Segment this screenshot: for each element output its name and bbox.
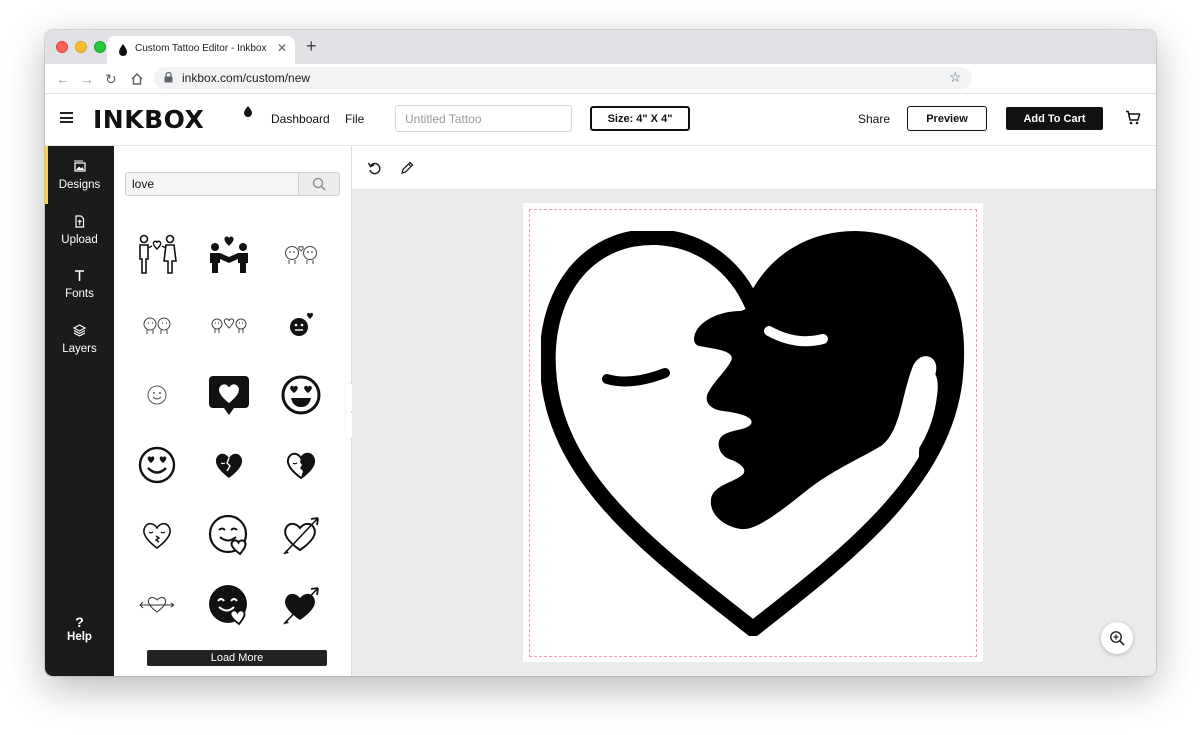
help-icon: ?	[75, 614, 84, 630]
search-input[interactable]	[126, 173, 298, 195]
heart-eyes-smiley-icon[interactable]	[121, 434, 193, 496]
three-faces-icon[interactable]	[193, 294, 265, 356]
zoom-in-button[interactable]	[1101, 622, 1133, 654]
browser-tab[interactable]: Custom Tattoo Editor - Inkbox ✕	[107, 36, 295, 64]
sidebar-item-designs[interactable]: Designs	[45, 150, 114, 204]
smiley-holding-heart-icon[interactable]	[193, 504, 265, 566]
image-icon	[74, 160, 86, 172]
sidebar-item-label: Layers	[62, 343, 97, 355]
browser-window: Custom Tattoo Editor - Inkbox ✕ + ← → ↻ …	[45, 30, 1156, 676]
close-window-button[interactable]	[56, 41, 68, 53]
minimize-window-button[interactable]	[75, 41, 87, 53]
artboard[interactable]	[523, 203, 983, 662]
two-faces-icon[interactable]	[265, 224, 337, 286]
search-button[interactable]	[298, 173, 339, 195]
upload-file-icon	[75, 215, 85, 228]
broken-heart-face-icon[interactable]	[193, 434, 265, 496]
logo-drop-icon	[244, 106, 252, 117]
couple-heart-icon[interactable]	[121, 224, 193, 286]
design-canvas	[352, 190, 1156, 676]
app-header: INKBOX Dashboard File Size: 4" X 4" Shar…	[45, 94, 1156, 146]
two-faces-small-icon[interactable]	[121, 294, 193, 356]
designs-panel: Load More	[114, 146, 352, 676]
filled-heart-arrow-icon[interactable]	[265, 574, 337, 636]
back-icon[interactable]: ←	[56, 70, 70, 88]
add-to-cart-button[interactable]: Add To Cart	[1006, 107, 1103, 130]
design-search	[125, 172, 340, 196]
heart-eyes-emoji-icon[interactable]	[265, 364, 337, 426]
inkbox-logo[interactable]: INKBOX	[93, 105, 204, 134]
ink-drop-icon	[119, 44, 127, 56]
search-icon	[312, 177, 326, 191]
share-button[interactable]: Share	[858, 112, 890, 126]
undo-icon[interactable]	[367, 161, 381, 175]
heart-arrow-small-icon[interactable]	[121, 574, 193, 636]
sidebar-item-label: Fonts	[65, 288, 94, 300]
canvas-toolbar	[352, 146, 1156, 190]
url-text: inkbox.com/custom/new	[182, 71, 311, 85]
load-more-button[interactable]: Load More	[147, 650, 327, 666]
tattoo-title-input[interactable]	[395, 105, 572, 132]
face-heart-icon[interactable]	[265, 294, 337, 356]
nav-dashboard[interactable]: Dashboard	[271, 112, 330, 126]
zoom-in-icon	[1110, 631, 1125, 646]
size-button[interactable]: Size: 4" X 4"	[590, 106, 690, 131]
heart-arrow-icon[interactable]	[265, 504, 337, 566]
sidebar-item-label: Upload	[61, 234, 98, 246]
text-icon	[75, 270, 84, 281]
tab-title: Custom Tattoo Editor - Inkbox	[135, 43, 267, 54]
smiley-heart-filled-icon[interactable]	[193, 574, 265, 636]
tab-close-icon[interactable]: ✕	[277, 41, 287, 55]
tool-rail: Designs Upload Fonts Layers ? Help	[45, 146, 114, 676]
cart-icon[interactable]	[1125, 110, 1141, 125]
nav-file[interactable]: File	[345, 112, 364, 126]
pencil-icon[interactable]	[400, 161, 414, 175]
help-label: Help	[67, 631, 92, 643]
help-button[interactable]: ? Help	[45, 614, 114, 643]
preview-button[interactable]: Preview	[907, 106, 987, 131]
address-bar: ← → ↻ inkbox.com/custom/new ☆	[45, 64, 1156, 94]
star-icon[interactable]: ☆	[949, 69, 962, 86]
couple-hands-heart-icon[interactable]	[193, 224, 265, 286]
url-omnibox[interactable]: inkbox.com/custom/new ☆	[154, 67, 972, 89]
smiley-outline-icon[interactable]	[121, 364, 193, 426]
hamburger-menu-icon[interactable]	[60, 112, 73, 123]
home-icon[interactable]	[130, 72, 144, 86]
sidebar-item-layers[interactable]: Layers	[45, 314, 114, 368]
heart-speech-bubble-icon[interactable]	[193, 364, 265, 426]
sidebar-item-label: Designs	[58, 179, 101, 191]
tab-strip: Custom Tattoo Editor - Inkbox ✕ +	[45, 30, 1156, 64]
layers-icon	[73, 324, 86, 337]
heart-face-profile-icon[interactable]	[265, 434, 337, 496]
sidebar-item-fonts[interactable]: Fonts	[45, 259, 114, 313]
maximize-window-button[interactable]	[94, 41, 106, 53]
heart-face-tattoo-artwork[interactable]	[541, 231, 965, 636]
sidebar-item-upload[interactable]: Upload	[45, 205, 114, 259]
heart-kiss-face-icon[interactable]	[121, 504, 193, 566]
lock-icon	[164, 72, 173, 83]
reload-icon[interactable]: ↻	[105, 70, 117, 88]
new-tab-button[interactable]: +	[306, 36, 317, 56]
forward-icon[interactable]: →	[80, 70, 94, 88]
